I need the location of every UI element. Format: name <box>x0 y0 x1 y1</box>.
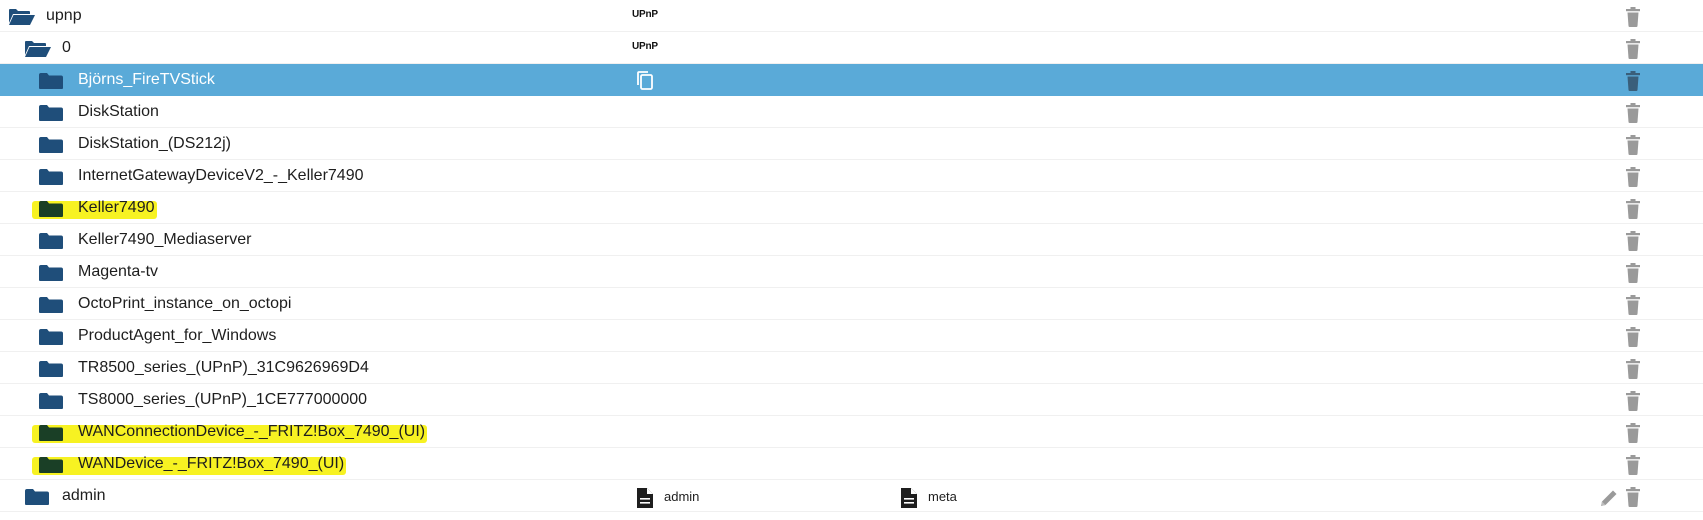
folder-icon[interactable] <box>38 264 64 282</box>
tree-row-label: InternetGatewayDeviceV2_-_Keller7490 <box>78 167 364 184</box>
trash-icon[interactable] <box>1625 231 1641 251</box>
file-link-meta[interactable]: meta <box>928 489 957 505</box>
folder-icon[interactable] <box>38 424 64 442</box>
folder-icon[interactable] <box>24 488 50 506</box>
tree-row-label: OctoPrint_instance_on_octopi <box>78 295 292 312</box>
trash-icon[interactable] <box>1625 263 1641 283</box>
file-link-admin[interactable]: admin <box>664 489 699 505</box>
file-icon[interactable] <box>900 487 918 509</box>
trash-icon[interactable] <box>1625 7 1641 27</box>
tree-row-diskstation-ds212j[interactable]: DiskStation_(DS212j) <box>0 128 1703 160</box>
tree-row-wandevice-fritz-box-7490-ui[interactable]: WANDevice_-_FRITZ!Box_7490_(UI) <box>0 448 1703 480</box>
tree-row-label: TR8500_series_(UPnP)_31C9626969D4 <box>78 359 369 376</box>
trash-icon[interactable] <box>1625 391 1641 411</box>
tree-row-magenta-tv[interactable]: Magenta-tv <box>0 256 1703 288</box>
tree-row-label: Magenta-tv <box>78 263 159 280</box>
tree-row-label: ProductAgent_for_Windows <box>78 327 277 344</box>
trash-icon[interactable] <box>1625 71 1641 91</box>
trash-icon[interactable] <box>1625 487 1641 507</box>
folder-icon[interactable] <box>38 232 64 250</box>
trash-icon[interactable] <box>1625 135 1641 155</box>
tree-row-upnp[interactable]: upnp UPnP <box>0 0 1703 32</box>
tree-row-ts8000-series-upnp-1ce777000000[interactable]: TS8000_series_(UPnP)_1CE777000000 <box>0 384 1703 416</box>
trash-icon[interactable] <box>1625 455 1641 475</box>
edit-pencil-icon[interactable] <box>1599 488 1619 508</box>
tree-row-label: DiskStation_(DS212j) <box>78 135 231 152</box>
tree-row-tr8500-series-upnp-31c9626969d4[interactable]: TR8500_series_(UPnP)_31C9626969D4 <box>0 352 1703 384</box>
folder-icon[interactable] <box>38 392 64 410</box>
tree-row-octoprint-instance-on-octopi[interactable]: OctoPrint_instance_on_octopi <box>0 288 1703 320</box>
folder-icon[interactable] <box>38 136 64 154</box>
trash-icon[interactable] <box>1625 103 1641 123</box>
tree-row-label: WANDevice_-_FRITZ!Box_7490_(UI) <box>78 455 345 472</box>
upnp-logo-icon: UPnP <box>632 41 658 52</box>
trash-icon[interactable] <box>1625 423 1641 443</box>
tree-row-label: DiskStation <box>78 103 159 120</box>
trash-icon[interactable] <box>1625 295 1641 315</box>
copy-icon[interactable] <box>635 70 655 92</box>
tree-row-keller7490-mediaserver[interactable]: Keller7490_Mediaserver <box>0 224 1703 256</box>
folder-open-icon[interactable] <box>8 8 35 26</box>
trash-icon[interactable] <box>1625 167 1641 187</box>
folder-icon[interactable] <box>38 104 64 122</box>
trash-icon[interactable] <box>1625 39 1641 59</box>
folder-icon[interactable] <box>38 168 64 186</box>
tree-row-productagent-for-windows[interactable]: ProductAgent_for_Windows <box>0 320 1703 352</box>
tree-row-internetgatewaydevicev2-keller7490[interactable]: InternetGatewayDeviceV2_-_Keller7490 <box>0 160 1703 192</box>
trash-icon[interactable] <box>1625 199 1641 219</box>
tree-row-label: TS8000_series_(UPnP)_1CE777000000 <box>78 391 368 408</box>
tree-row-label: WANConnectionDevice_-_FRITZ!Box_7490_(UI… <box>78 423 426 440</box>
folder-icon[interactable] <box>38 200 64 218</box>
tree-row-label: Björns_FireTVStick <box>78 71 215 88</box>
tree-row-keller7490[interactable]: Keller7490 <box>0 192 1703 224</box>
folder-icon[interactable] <box>38 360 64 378</box>
trash-icon[interactable] <box>1625 359 1641 379</box>
folder-open-icon[interactable] <box>24 40 51 58</box>
tree-row-admin[interactable]: admin admin meta <box>0 480 1703 512</box>
trash-icon[interactable] <box>1625 327 1641 347</box>
folder-icon[interactable] <box>38 296 64 314</box>
tree-row-label: Keller7490_Mediaserver <box>78 231 252 248</box>
tree-row-label: 0 <box>62 39 71 56</box>
file-icon[interactable] <box>636 487 654 509</box>
folder-icon[interactable] <box>38 328 64 346</box>
folder-icon[interactable] <box>38 456 64 474</box>
tree-row-bj-rns-firetvstick[interactable]: Björns_FireTVStick <box>0 64 1703 96</box>
tree-row-diskstation[interactable]: DiskStation <box>0 96 1703 128</box>
tree-row-wanconnectiondevice-fritz-box-7490-ui[interactable]: WANConnectionDevice_-_FRITZ!Box_7490_(UI… <box>0 416 1703 448</box>
object-tree: upnp UPnP 0 UPnP Björns_FireTVStick DiskStati… <box>0 0 1703 512</box>
tree-row-0[interactable]: 0 UPnP <box>0 32 1703 64</box>
tree-row-label: admin <box>62 487 106 504</box>
folder-icon[interactable] <box>38 72 64 90</box>
tree-row-label: upnp <box>46 7 82 24</box>
tree-row-label: Keller7490 <box>78 199 155 216</box>
upnp-logo-icon: UPnP <box>632 9 658 20</box>
